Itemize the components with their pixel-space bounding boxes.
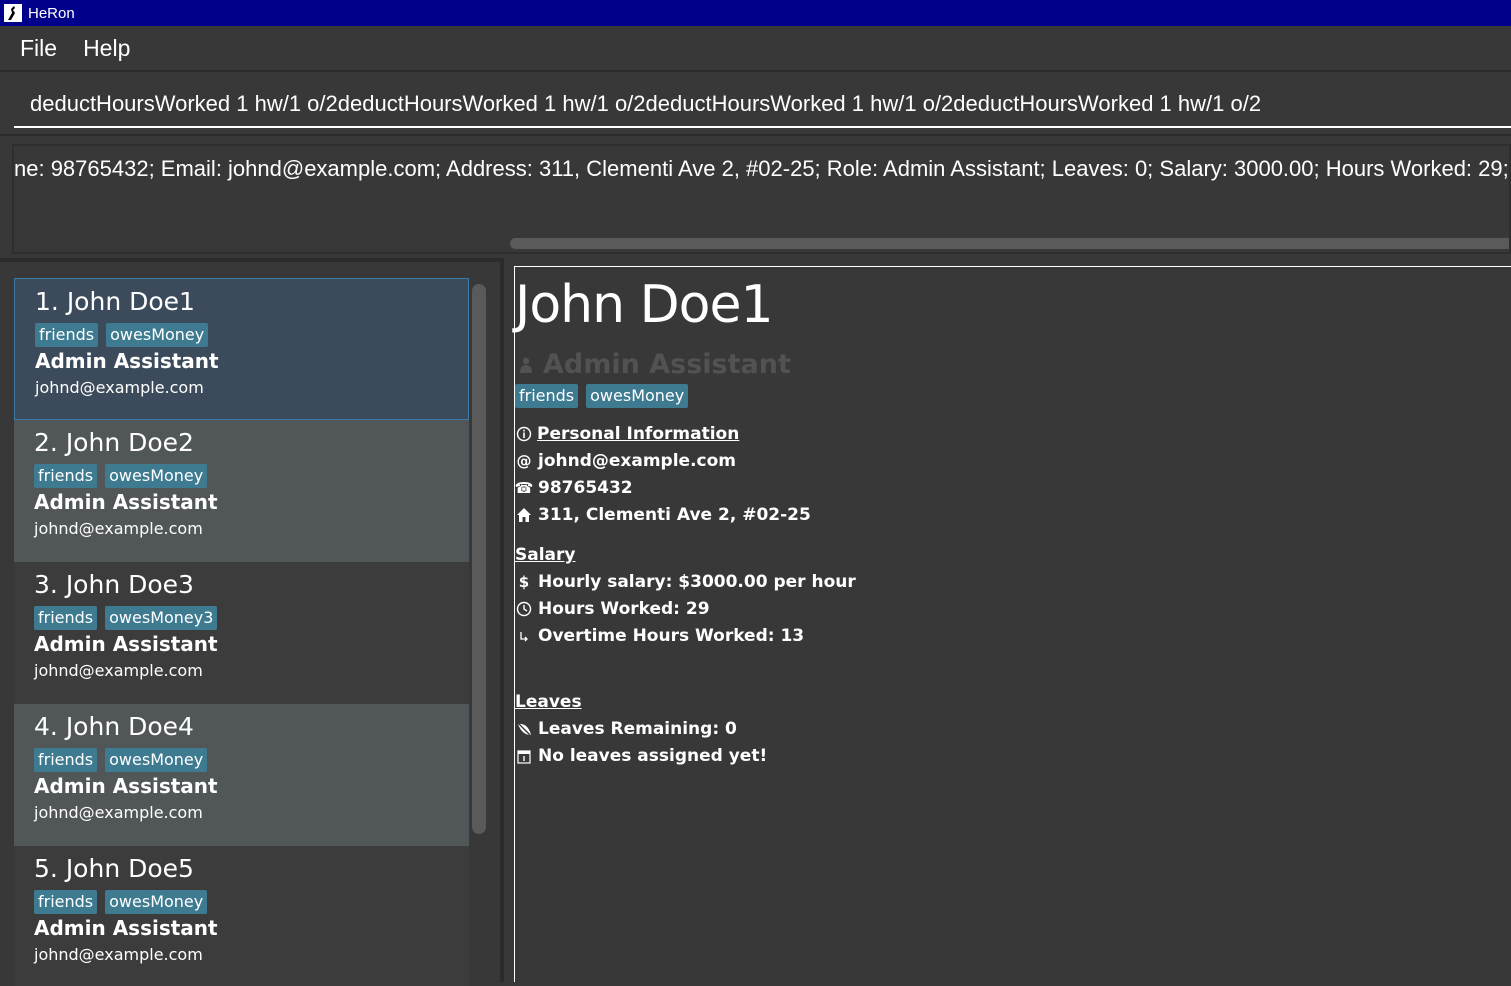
person-card[interactable]: 2. John Doe2 friends owesMoney Admin Ass… bbox=[14, 420, 469, 562]
person-icon bbox=[517, 356, 535, 374]
person-detail-panel: John Doe1 Admin Assistant friends owesMo… bbox=[514, 266, 1511, 982]
detail-phone: ☎ 98765432 bbox=[514, 478, 633, 498]
phone-icon: ☎ bbox=[514, 479, 534, 497]
command-box-area: deductHoursWorked 1 hw/1 o/2deductHoursW… bbox=[0, 70, 1511, 134]
tag: friends bbox=[35, 323, 99, 347]
detail-overtime: Overtime Hours Worked: 13 bbox=[515, 626, 804, 646]
arrow-turn-icon bbox=[515, 627, 533, 645]
person-card-email: johnd@example.com bbox=[34, 803, 203, 822]
menu-file[interactable]: File bbox=[20, 35, 63, 62]
calendar-icon bbox=[515, 747, 533, 765]
person-card-email: johnd@example.com bbox=[34, 661, 203, 680]
result-text: ne: 98765432; Email: johnd@example.com; … bbox=[14, 156, 1511, 181]
info-icon bbox=[515, 425, 533, 443]
split-pane-divider[interactable] bbox=[500, 258, 504, 982]
detail-leaves-remaining: Leaves Remaining: 0 bbox=[515, 719, 737, 739]
window-titlebar: HeRon bbox=[0, 0, 1511, 26]
tag: friends bbox=[515, 384, 579, 408]
tag: owesMoney3 bbox=[105, 606, 218, 630]
person-card-title: 4. John Doe4 bbox=[34, 712, 194, 741]
person-card-tags: friends owesMoney3 bbox=[34, 606, 218, 630]
person-card[interactable]: 5. John Doe5 friends owesMoney Admin Ass… bbox=[14, 846, 469, 986]
home-icon bbox=[515, 506, 533, 524]
tag: owesMoney bbox=[105, 748, 208, 772]
person-card-email: johnd@example.com bbox=[34, 519, 203, 538]
leaf-icon bbox=[515, 720, 533, 738]
person-card-tags: friends owesMoney bbox=[35, 323, 209, 347]
person-card-tags: friends owesMoney bbox=[34, 890, 208, 914]
result-horizontal-scrollbar[interactable] bbox=[510, 238, 1509, 249]
detail-role: Admin Assistant bbox=[517, 349, 791, 380]
menu-bar: File Help bbox=[0, 26, 1511, 70]
window-title: HeRon bbox=[28, 4, 75, 22]
tag: owesMoney bbox=[105, 890, 208, 914]
detail-address: 311, Clementi Ave 2, #02-25 bbox=[515, 505, 811, 525]
detail-tags: friends owesMoney bbox=[515, 384, 689, 408]
detail-leaves-assigned: No leaves assigned yet! bbox=[515, 746, 767, 766]
person-card[interactable]: 3. John Doe3 friends owesMoney3 Admin As… bbox=[14, 562, 469, 704]
person-card-title: 2. John Doe2 bbox=[34, 428, 194, 457]
person-card-tags: friends owesMoney bbox=[34, 464, 208, 488]
result-display-area: ne: 98765432; Email: johnd@example.com; … bbox=[0, 134, 1511, 258]
tag: friends bbox=[34, 748, 98, 772]
person-card-email: johnd@example.com bbox=[35, 378, 204, 397]
leaves-heading: Leaves bbox=[515, 692, 582, 712]
person-card-title: 1. John Doe1 bbox=[35, 287, 195, 316]
person-card-title: 3. John Doe3 bbox=[34, 570, 194, 599]
person-card-role: Admin Assistant bbox=[35, 349, 219, 373]
tag: friends bbox=[34, 464, 98, 488]
personal-info-heading: Personal Information bbox=[515, 424, 739, 444]
person-card-role: Admin Assistant bbox=[34, 490, 218, 514]
clock-icon bbox=[515, 600, 533, 618]
detail-name: John Doe1 bbox=[515, 275, 774, 335]
dollar-icon: $ bbox=[518, 573, 530, 591]
tag: friends bbox=[34, 606, 98, 630]
menu-help[interactable]: Help bbox=[83, 35, 136, 62]
person-list-scrollbar[interactable] bbox=[472, 284, 486, 834]
person-card-role: Admin Assistant bbox=[34, 774, 218, 798]
detail-email: @ johnd@example.com bbox=[516, 451, 737, 471]
person-card[interactable]: 1. John Doe1 friends owesMoney Admin Ass… bbox=[14, 278, 469, 420]
person-card-title: 5. John Doe5 bbox=[34, 854, 194, 883]
tag: owesMoney bbox=[586, 384, 689, 408]
person-card-role: Admin Assistant bbox=[34, 632, 218, 656]
command-input[interactable]: deductHoursWorked 1 hw/1 o/2deductHoursW… bbox=[14, 82, 1511, 128]
person-card-tags: friends owesMoney bbox=[34, 748, 208, 772]
result-display[interactable]: ne: 98765432; Email: johnd@example.com; … bbox=[12, 144, 1511, 254]
tag: friends bbox=[34, 890, 98, 914]
at-icon: @ bbox=[516, 452, 532, 470]
person-card-email: johnd@example.com bbox=[34, 945, 203, 964]
person-list-panel: 1. John Doe1 friends owesMoney Admin Ass… bbox=[0, 258, 500, 986]
tag: owesMoney bbox=[106, 323, 209, 347]
salary-heading: Salary bbox=[515, 545, 576, 565]
detail-hours-worked: Hours Worked: 29 bbox=[515, 599, 710, 619]
heron-logo-icon bbox=[4, 4, 22, 22]
person-card[interactable]: 4. John Doe4 friends owesMoney Admin Ass… bbox=[14, 704, 469, 846]
person-card-role: Admin Assistant bbox=[34, 916, 218, 940]
tag: owesMoney bbox=[105, 464, 208, 488]
person-list[interactable]: 1. John Doe1 friends owesMoney Admin Ass… bbox=[14, 274, 469, 986]
detail-hourly-salary: $ Hourly salary: $3000.00 per hour bbox=[515, 572, 856, 592]
